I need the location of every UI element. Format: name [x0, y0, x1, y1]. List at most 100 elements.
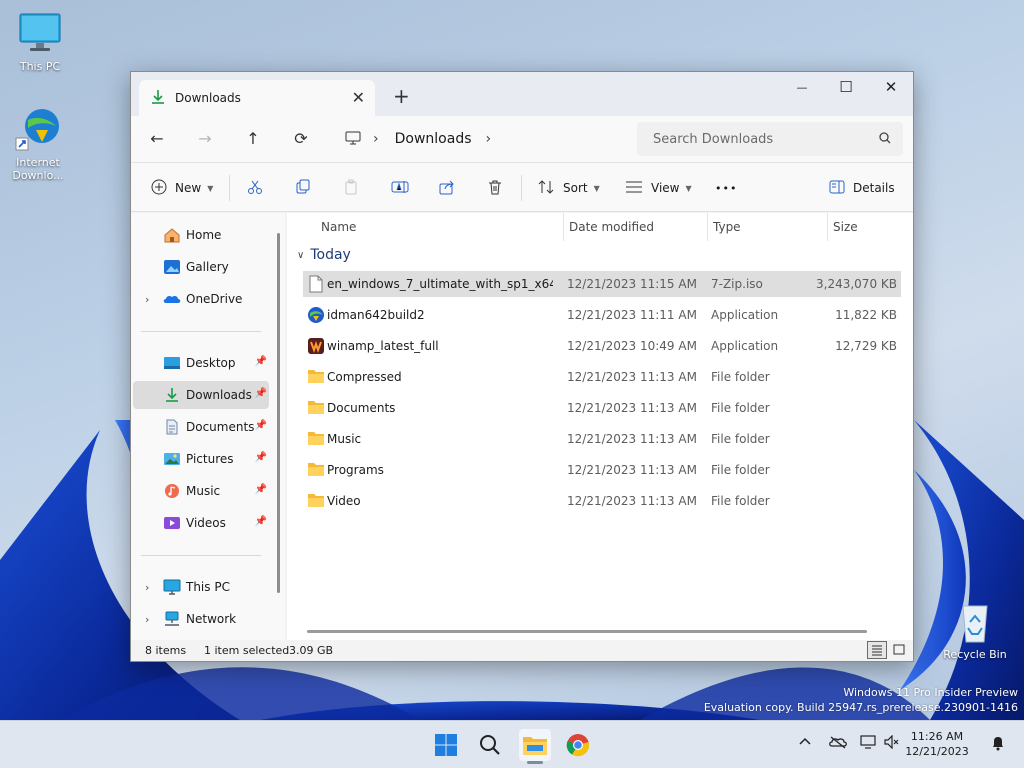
videos-icon — [163, 515, 181, 531]
view-button[interactable]: View ▼ — [625, 173, 692, 203]
file-list: Name Date modified Type Size ∨ Today en_… — [287, 213, 913, 645]
file-size: 11,822 KB — [835, 308, 897, 322]
column-header-name[interactable]: Name — [321, 213, 356, 241]
desktop-icon-internet-download-manager[interactable]: Internet Downlo... — [0, 106, 76, 182]
group-header-today[interactable]: ∨ Today — [297, 247, 351, 263]
sidebar-item-desktop[interactable]: Desktop 📌 — [133, 349, 269, 377]
close-tab-icon[interactable]: ✕ — [352, 88, 365, 107]
new-button[interactable]: New ▼ — [151, 173, 213, 203]
chevron-right-icon[interactable]: › — [145, 581, 149, 594]
file-explorer-taskbar-button[interactable] — [519, 729, 551, 764]
close-window-button[interactable]: ✕ — [868, 72, 914, 102]
table-row[interactable]: Programs 12/21/2023 11:13 AM File folder — [303, 457, 901, 483]
taskbar-clock[interactable]: 11:26 AM 12/21/2023 — [900, 729, 974, 759]
title-bar: Downloads ✕ + — ☐ ✕ — [131, 72, 913, 116]
column-header-date-modified[interactable]: Date modified — [569, 213, 654, 241]
volume-muted-icon[interactable] — [884, 734, 900, 752]
cut-button[interactable] — [247, 173, 263, 203]
sort-button[interactable]: Sort ▼ — [537, 173, 600, 203]
sidebar-item-music[interactable]: Music 📌 — [133, 477, 269, 505]
pin-icon[interactable]: 📌 — [255, 452, 267, 463]
column-divider[interactable] — [563, 213, 564, 241]
music-icon — [163, 483, 181, 499]
onedrive-tray-icon[interactable] — [828, 735, 848, 752]
chevron-right-icon[interactable]: › — [145, 293, 149, 306]
sidebar-item-downloads[interactable]: Downloads 📌 — [133, 381, 269, 409]
search-taskbar-button[interactable] — [474, 729, 506, 761]
sidebar-item-home[interactable]: Home — [133, 221, 269, 249]
sidebar-item-network[interactable]: › Network — [133, 605, 269, 633]
search-box[interactable]: Search Downloads — [637, 122, 903, 156]
documents-icon — [163, 419, 181, 435]
trash-icon — [487, 179, 503, 198]
more-options-button[interactable]: ••• — [715, 173, 737, 203]
chevron-right-icon[interactable]: › — [145, 613, 149, 626]
pin-icon[interactable]: 📌 — [255, 484, 267, 495]
forward-button[interactable]: → — [193, 128, 217, 150]
back-button[interactable]: ← — [145, 128, 169, 150]
file-date: 12/21/2023 11:13 AM — [567, 463, 697, 477]
column-header-size[interactable]: Size — [833, 213, 858, 241]
table-row[interactable]: Compressed 12/21/2023 11:13 AM File folder — [303, 364, 901, 390]
table-row[interactable]: Video 12/21/2023 11:13 AM File folder — [303, 488, 901, 514]
sidebar-item-documents[interactable]: Documents 📌 — [133, 413, 269, 441]
file-name: idman642build2 — [327, 308, 425, 322]
show-hidden-icons-button[interactable] — [798, 735, 812, 752]
chrome-taskbar-button[interactable] — [562, 729, 594, 761]
desktop-icon-this-pc[interactable]: This PC — [2, 10, 78, 73]
breadcrumb-separator-icon[interactable]: › — [373, 131, 379, 147]
breadcrumb-downloads[interactable]: Downloads — [395, 131, 472, 147]
pin-icon[interactable]: 📌 — [255, 420, 267, 431]
share-button[interactable] — [439, 173, 455, 203]
pin-icon[interactable]: 📌 — [255, 388, 267, 399]
rename-button[interactable] — [391, 173, 409, 203]
desktop-icon-recycle-bin[interactable]: Recycle Bin — [937, 598, 1013, 661]
column-divider[interactable] — [707, 213, 708, 241]
column-divider[interactable] — [827, 213, 828, 241]
pin-icon[interactable]: 📌 — [255, 516, 267, 527]
pin-icon[interactable]: 📌 — [255, 356, 267, 367]
download-icon — [163, 387, 181, 403]
details-pane-button[interactable]: Details — [829, 173, 895, 203]
desktop-icon-label: This PC — [19, 60, 61, 73]
table-row[interactable]: Documents 12/21/2023 11:13 AM File folder — [303, 395, 901, 421]
sidebar-item-pictures[interactable]: Pictures 📌 — [133, 445, 269, 473]
horizontal-scrollbar[interactable] — [307, 630, 867, 633]
desktop-icon-label: Internet Downlo... — [12, 156, 64, 182]
divider — [521, 175, 522, 201]
tab-downloads[interactable]: Downloads ✕ — [139, 80, 375, 116]
column-header-type[interactable]: Type — [713, 213, 741, 241]
file-size: 12,729 KB — [835, 339, 897, 353]
tiles-view-button[interactable] — [889, 641, 909, 659]
start-button[interactable] — [430, 729, 462, 761]
table-row[interactable]: winamp_latest_full 12/21/2023 10:49 AM App… — [303, 333, 901, 359]
copy-button[interactable] — [295, 173, 311, 203]
maximize-button[interactable]: ☐ — [823, 72, 869, 102]
delete-button[interactable] — [487, 173, 503, 203]
sidebar-item-onedrive[interactable]: › OneDrive — [133, 285, 269, 313]
details-view-button[interactable] — [867, 641, 887, 659]
sidebar-item-label: Videos — [186, 516, 226, 530]
sidebar-item-videos[interactable]: Videos 📌 — [133, 509, 269, 537]
divider — [229, 175, 230, 201]
table-row[interactable]: idman642build2 12/21/2023 11:11 AM Applica… — [303, 302, 901, 328]
new-tab-button[interactable]: + — [393, 84, 410, 108]
navigation-bar: ← → ↑ ⟳ › Downloads › Search Downloads — [131, 116, 913, 162]
table-row[interactable]: en_windows_7_ultimate_with_sp1_x64_dv...… — [303, 271, 901, 297]
sidebar-item-gallery[interactable]: Gallery — [133, 253, 269, 281]
paste-button[interactable] — [343, 173, 359, 203]
breadcrumb-chevron-icon[interactable]: › — [486, 131, 492, 147]
taskbar: 11:26 AM 12/21/2023 — [0, 720, 1024, 768]
minimize-button[interactable]: — — [779, 72, 825, 102]
sidebar-scrollbar[interactable] — [277, 233, 280, 593]
network-tray-icon[interactable] — [860, 735, 878, 752]
address-bar[interactable]: › Downloads › — [335, 122, 631, 156]
sidebar-item-this-pc[interactable]: › This PC — [133, 573, 269, 601]
refresh-button[interactable]: ⟳ — [289, 128, 313, 150]
up-button[interactable]: ↑ — [241, 128, 265, 150]
file-name: en_windows_7_ultimate_with_sp1_x64_dv... — [327, 277, 553, 291]
search-input[interactable]: Search Downloads — [653, 132, 773, 147]
file-name: Compressed — [327, 370, 402, 384]
notifications-button[interactable] — [990, 735, 1006, 754]
table-row[interactable]: Music 12/21/2023 11:13 AM File folder — [303, 426, 901, 452]
